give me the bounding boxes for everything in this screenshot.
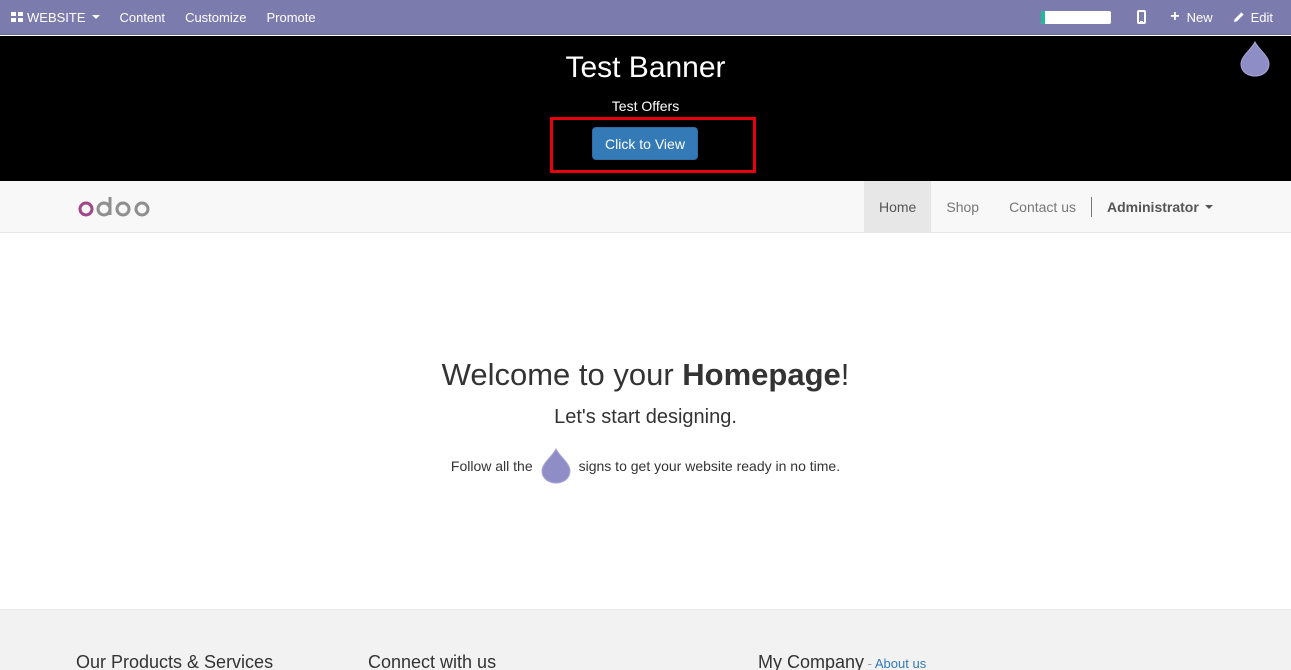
follow-hint: Follow all the signs to get your website…: [0, 448, 1291, 484]
website-menu-label: WEBSITE: [27, 9, 86, 25]
site-footer: Our Products & Services Connect with us …: [0, 609, 1291, 670]
new-button[interactable]: + New: [1160, 0, 1222, 35]
welcome-bold: Homepage: [682, 357, 841, 392]
footer-separator: -: [864, 656, 875, 670]
progress-fill: [1041, 10, 1045, 24]
odoo-logo[interactable]: [78, 193, 154, 219]
publish-progress-bar[interactable]: [1041, 10, 1112, 24]
apps-grid-icon: [11, 11, 23, 23]
new-button-label: New: [1186, 9, 1213, 25]
pencil-icon: [1233, 12, 1244, 22]
drop-hint-icon[interactable]: [1240, 41, 1270, 77]
plus-icon: +: [1170, 8, 1180, 25]
follow-suffix: signs to get your website ready in no ti…: [578, 458, 841, 474]
click-to-view-button[interactable]: Click to View: [592, 127, 698, 160]
website-menu[interactable]: WEBSITE: [0, 0, 110, 35]
user-menu[interactable]: Administrator: [1092, 181, 1228, 232]
nav-item-shop-label: Shop: [946, 198, 980, 215]
welcome-heading: Welcome to your Homepage!: [0, 357, 1291, 393]
edit-button-label: Edit: [1250, 9, 1273, 25]
nav-item-contact-label: Contact us: [1009, 198, 1076, 215]
welcome-prefix: Welcome to your: [441, 357, 683, 392]
footer-company-heading: My Company - About us: [758, 652, 926, 670]
nav-menu: Home Shop Contact us Administrator: [864, 181, 1228, 232]
start-designing-text: Let's start designing.: [554, 406, 737, 428]
customize-menu-label: Customize: [185, 9, 247, 25]
edit-button[interactable]: Edit: [1223, 0, 1291, 35]
editor-topbar: WEBSITE Content Customize Promote + New …: [0, 0, 1291, 35]
welcome-suffix: !: [840, 357, 850, 392]
banner-title: Test Banner: [565, 51, 726, 84]
nav-item-home-label: Home: [879, 198, 917, 215]
footer-about-link[interactable]: About us: [875, 656, 926, 670]
drop-hint-icon: [541, 448, 571, 484]
footer-company-name: My Company: [758, 652, 865, 670]
promote-menu[interactable]: Promote: [256, 0, 325, 35]
content-menu-label: Content: [119, 9, 166, 25]
chevron-down-icon: [1204, 204, 1213, 209]
follow-prefix: Follow all the: [450, 458, 533, 474]
promote-menu-label: Promote: [266, 9, 316, 25]
banner-subtitle: Test Offers: [611, 98, 680, 114]
customize-menu[interactable]: Customize: [175, 0, 256, 35]
footer-connect-heading: Connect with us: [368, 652, 497, 670]
promo-banner: Test Banner Test Offers Click to View: [0, 36, 1291, 181]
topbar-right: + New Edit: [1041, 0, 1291, 35]
user-menu-label: Administrator: [1107, 198, 1199, 215]
nav-item-home[interactable]: Home: [864, 181, 932, 232]
footer-products-heading: Our Products & Services: [76, 652, 274, 670]
chevron-down-icon: [91, 15, 100, 19]
site-navbar: Home Shop Contact us Administrator: [0, 181, 1291, 233]
nav-item-shop[interactable]: Shop: [931, 181, 994, 232]
mobile-preview-icon[interactable]: [1137, 10, 1147, 24]
content-menu[interactable]: Content: [110, 0, 176, 35]
nav-item-contact[interactable]: Contact us: [994, 181, 1091, 232]
